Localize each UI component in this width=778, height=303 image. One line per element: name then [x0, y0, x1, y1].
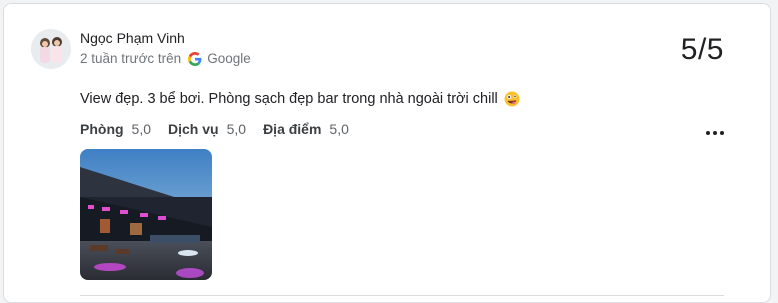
zany-face-emoji-icon: [504, 91, 520, 107]
more-dot-icon: [713, 131, 717, 135]
review-meta: 2 tuần trước trên Google: [80, 51, 251, 66]
google-icon: [188, 51, 202, 66]
review-text-row: View đẹp. 3 bể bơi. Phòng sạch đẹp bar t…: [80, 91, 520, 107]
review-photo[interactable]: [80, 149, 212, 280]
author-name[interactable]: Ngọc Phạm Vinh: [80, 30, 185, 46]
divider: [80, 295, 724, 296]
review-text: View đẹp. 3 bể bơi. Phòng sạch đẹp bar t…: [80, 91, 498, 107]
rating-label-service: Dịch vụ: [168, 121, 219, 137]
more-options-button[interactable]: [706, 128, 724, 138]
rating-label-location: Địa điểm: [263, 121, 322, 137]
avatar-image-icon: [31, 29, 71, 69]
rating-score: 5/5: [680, 33, 724, 66]
review-card: Ngọc Phạm Vinh 2 tuần trước trên Google …: [3, 3, 771, 303]
hotel-bar-photo-icon: [80, 149, 212, 280]
avatar[interactable]: [31, 29, 71, 69]
more-dot-icon: [720, 131, 724, 135]
rating-label-room: Phòng: [80, 121, 124, 137]
rating-value-room: 5,0: [131, 121, 152, 137]
rating-value-service: 5,0: [226, 121, 247, 137]
review-source: Google: [207, 51, 251, 66]
review-time: 2 tuần trước trên: [80, 51, 182, 66]
sub-ratings: Phòng 5,0 Dịch vụ 5,0 Địa điểm 5,0: [80, 121, 366, 137]
more-dot-icon: [706, 131, 710, 135]
rating-value-location: 5,0: [329, 121, 349, 137]
